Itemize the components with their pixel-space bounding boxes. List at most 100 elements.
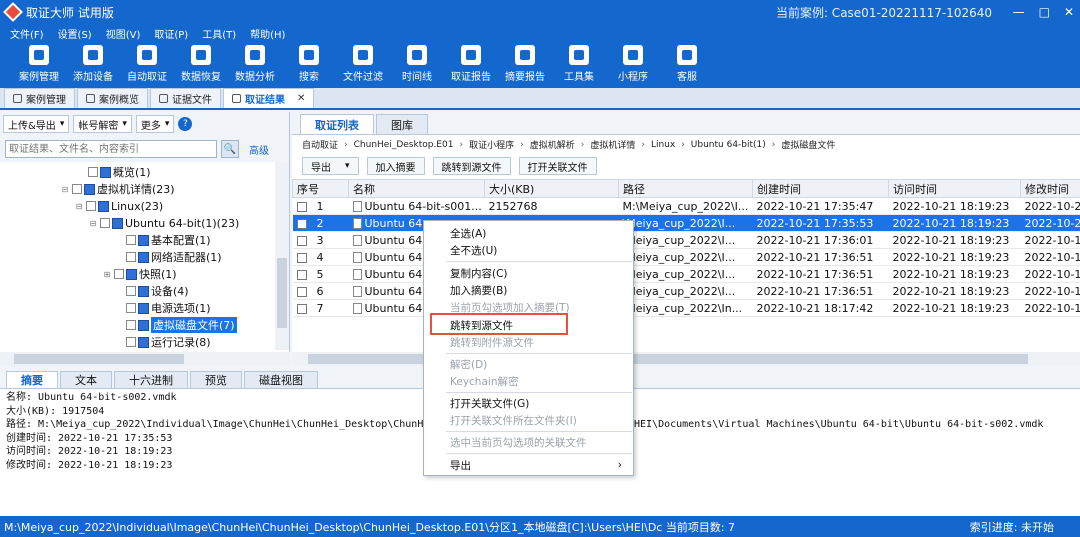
- breadcrumb-item[interactable]: 自动取证: [302, 138, 338, 151]
- help-icon[interactable]: ?: [178, 117, 193, 131]
- column-header[interactable]: 创建时间: [752, 179, 889, 198]
- tree-checkbox[interactable]: [126, 252, 136, 262]
- tree-checkbox[interactable]: [86, 201, 96, 211]
- menu-file[interactable]: 文件(F): [10, 26, 44, 41]
- tab-disk-view[interactable]: 磁盘视图: [244, 371, 318, 388]
- minimize-button[interactable]: —: [1013, 5, 1025, 19]
- more-dropdown[interactable]: 更多: [135, 115, 175, 133]
- results-search-input[interactable]: [5, 140, 217, 158]
- tab-case-overview[interactable]: 案例概览: [77, 88, 148, 108]
- tree-vertical-scrollbar[interactable]: [275, 162, 289, 350]
- tab-gallery[interactable]: 图库: [376, 114, 428, 134]
- context-menu-item[interactable]: 打开关联文件(G): [450, 395, 630, 411]
- row-checkbox[interactable]: [296, 269, 307, 280]
- menu-settings[interactable]: 设置(S): [58, 26, 92, 41]
- context-menu-item[interactable]: 复制内容(C): [450, 265, 630, 281]
- row-checkbox[interactable]: [296, 235, 307, 246]
- menu-view[interactable]: 视图(V): [106, 26, 141, 41]
- context-menu-item[interactable]: 全选(A): [450, 225, 630, 241]
- close-tab-icon[interactable]: ✕: [297, 93, 305, 104]
- table-horizontal-scrollbar[interactable]: [292, 352, 1080, 366]
- upload-export-dropdown[interactable]: 上传&导出: [3, 115, 70, 133]
- search-icon[interactable]: 🔍: [221, 140, 239, 158]
- column-header[interactable]: 序号: [292, 179, 349, 198]
- tree-horizontal-scrollbar[interactable]: [0, 352, 290, 366]
- context-menu-item[interactable]: 加入摘要(B): [450, 282, 630, 298]
- column-header[interactable]: 访问时间: [888, 179, 1021, 198]
- tree-item[interactable]: ⊟ Ubuntu 64-bit(1)(23): [88, 215, 240, 231]
- context-menu-item[interactable]: 导出 ›: [450, 457, 630, 473]
- breadcrumb-item[interactable]: ChunHei_Desktop.E01: [354, 140, 454, 150]
- tab-forensics-list[interactable]: 取证列表: [300, 114, 374, 134]
- breadcrumb-item[interactable]: 取证小程序: [469, 138, 514, 151]
- forensics-report-button[interactable]: 取证报告: [444, 42, 498, 88]
- search-button[interactable]: 搜索: [282, 42, 336, 88]
- tab-evidence-files[interactable]: 证据文件: [150, 88, 221, 108]
- tree-checkbox[interactable]: [72, 184, 82, 194]
- row-checkbox[interactable]: [296, 218, 307, 229]
- tab-summary[interactable]: 摘要: [6, 371, 58, 388]
- auto-forensics-button[interactable]: 自动取证: [120, 42, 174, 88]
- tab-forensics-results[interactable]: 取证结果 ✕: [223, 88, 315, 108]
- context-menu-item[interactable]: 全不选(U): [450, 242, 630, 258]
- advanced-search-link[interactable]: 高级: [249, 142, 269, 157]
- column-header[interactable]: 修改时间: [1020, 179, 1080, 198]
- export-button[interactable]: 导出: [302, 157, 359, 175]
- mini-program-button[interactable]: 小程序: [606, 42, 660, 88]
- menu-forensics[interactable]: 取证(P): [154, 26, 188, 41]
- maximize-button[interactable]: □: [1039, 5, 1050, 19]
- row-checkbox[interactable]: [296, 303, 307, 314]
- toolset-button[interactable]: 工具集: [552, 42, 606, 88]
- close-window-button[interactable]: ✕: [1064, 5, 1074, 19]
- tree-item[interactable]: ⊟ Linux(23): [74, 198, 164, 214]
- row-checkbox[interactable]: [296, 286, 307, 297]
- tab-text[interactable]: 文本: [60, 371, 112, 388]
- data-recovery-button[interactable]: 数据恢复: [174, 42, 228, 88]
- tab-case-management[interactable]: 案例管理: [4, 88, 75, 108]
- add-summary-button[interactable]: 加入摘要: [366, 157, 425, 175]
- file-filter-button[interactable]: 文件过滤: [336, 42, 390, 88]
- row-checkbox[interactable]: [296, 252, 307, 263]
- tree-checkbox[interactable]: [114, 269, 124, 279]
- column-header[interactable]: 大小(KB): [484, 179, 619, 198]
- breadcrumb-item[interactable]: 虚拟机解析: [530, 138, 575, 151]
- tab-hex[interactable]: 十六进制: [114, 371, 188, 388]
- menu-help[interactable]: 帮助(H): [250, 26, 285, 41]
- breadcrumb-item[interactable]: 虚拟机详情: [590, 138, 635, 151]
- expand-icon[interactable]: ⊞: [102, 270, 112, 279]
- row-checkbox[interactable]: [296, 201, 307, 212]
- menu-tools[interactable]: 工具(T): [202, 26, 236, 41]
- add-device-button[interactable]: 添加设备: [66, 42, 120, 88]
- tree-checkbox[interactable]: [100, 218, 110, 228]
- data-analysis-button[interactable]: 数据分析: [228, 42, 282, 88]
- tree-checkbox[interactable]: [126, 286, 136, 296]
- table-row[interactable]: 4 Ubuntu 64 \Meiya_cup_2022\I... 2022-10-21…: [292, 248, 1080, 266]
- table-row[interactable]: 3 Ubuntu 64 \Meiya_cup_2022\I... 2022-10-21…: [292, 231, 1080, 249]
- table-row[interactable]: 5 Ubuntu 64 \Meiya_cup_2022\I... 2022-10-21…: [292, 265, 1080, 283]
- tree-checkbox[interactable]: [126, 235, 136, 245]
- table-row[interactable]: 2 Ubuntu 64 \Meiya_cup_2022\I... 2022-10-21…: [292, 214, 1080, 232]
- table-row[interactable]: 6 Ubuntu 64 \Meiya_cup_2022\I... 2022-10-21…: [292, 282, 1080, 300]
- tree-item[interactable]: ⊟ 虚拟机详情(23): [60, 181, 175, 197]
- tree-item[interactable]: 设备(4): [114, 283, 189, 299]
- tree-item[interactable]: 电源选项(1): [114, 300, 211, 316]
- expand-icon[interactable]: ⊟: [74, 202, 84, 211]
- expand-icon[interactable]: ⊟: [60, 185, 70, 194]
- account-decrypt-dropdown[interactable]: 帐号解密: [73, 115, 132, 133]
- tree-checkbox[interactable]: [88, 167, 98, 177]
- open-related-file-button[interactable]: 打开关联文件: [518, 157, 597, 175]
- jump-to-source-button[interactable]: 跳转到源文件: [432, 157, 511, 175]
- tree-checkbox[interactable]: [126, 303, 136, 313]
- breadcrumb-item[interactable]: Linux: [651, 140, 675, 150]
- tree-item[interactable]: 概览(1): [76, 164, 151, 180]
- column-header[interactable]: 路径: [618, 179, 753, 198]
- tree-item[interactable]: 虚拟磁盘文件(7): [114, 317, 237, 333]
- table-row[interactable]: 1 Ubuntu 64-bit-s001... 2152768 M:\Meiya_cu…: [292, 197, 1080, 215]
- tree-item[interactable]: 运行记录(8): [114, 334, 211, 348]
- customer-service-button[interactable]: 客服: [660, 42, 714, 88]
- tree-item[interactable]: 网络适配器(1): [114, 249, 222, 265]
- tree-checkbox[interactable]: [126, 320, 136, 330]
- breadcrumb-item[interactable]: Ubuntu 64-bit(1): [691, 140, 766, 150]
- case-management-button[interactable]: 案例管理: [12, 42, 66, 88]
- tree-item[interactable]: ⊞ 快照(1): [102, 266, 177, 282]
